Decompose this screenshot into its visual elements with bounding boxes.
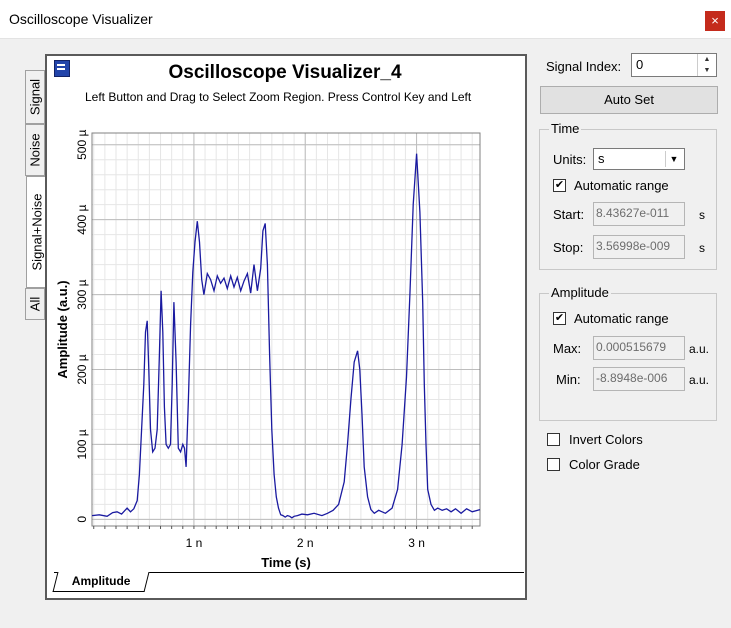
amplitude-min-field[interactable]: -8.8948e-006 [593, 367, 685, 391]
tab-amplitude[interactable]: Amplitude [52, 572, 150, 592]
time-start-label: Start: [553, 207, 585, 222]
amplitude-min-label: Min: [556, 372, 581, 387]
spin-up-icon[interactable]: ▲ [698, 54, 716, 65]
close-button[interactable]: × [705, 11, 725, 31]
title-bar-divider [0, 38, 731, 39]
window-title: Oscilloscope Visualizer [9, 11, 153, 27]
chevron-down-icon[interactable]: ▼ [665, 151, 682, 167]
plot-title: Oscilloscope Visualizer_4 [168, 62, 402, 83]
time-units-label: Units: [553, 152, 587, 167]
time-stop-unit: s [699, 241, 705, 255]
tab-all[interactable]: All [25, 288, 45, 320]
amplitude-min-unit: a.u. [689, 373, 710, 387]
time-units-value: s [598, 151, 605, 166]
time-stop-label: Stop: [553, 240, 584, 255]
signal-index-stepper[interactable]: 0 ▲ ▼ [631, 53, 717, 77]
time-start-unit: s [699, 208, 705, 222]
spin-arrows[interactable]: ▲ ▼ [697, 54, 716, 76]
time-stop-field[interactable]: 3.56998e-009 [593, 235, 685, 259]
amplitude-max-label: Max: [553, 341, 582, 356]
color-grade-checkbox[interactable] [547, 458, 560, 471]
amplitude-auto-range-checkbox[interactable]: ✔ [553, 312, 566, 325]
spin-down-icon[interactable]: ▼ [698, 65, 716, 76]
tab-noise-label: Noise [27, 133, 43, 167]
plot-subtitle: Left Button and Drag to Select Zoom Regi… [85, 90, 472, 104]
signal-index-label: Signal Index: [546, 59, 622, 74]
tab-signal-noise-label: Signal+Noise [29, 193, 44, 271]
auto-set-button[interactable]: Auto Set [540, 86, 718, 114]
plot-frame [45, 54, 527, 600]
amplitude-max-unit: a.u. [689, 342, 710, 356]
tab-signal[interactable]: Signal [25, 70, 45, 124]
tab-signal-noise[interactable]: Signal+Noise [26, 176, 46, 288]
time-auto-range-checkbox[interactable]: ✔ [553, 179, 566, 192]
plot-menu-icon[interactable] [54, 60, 70, 77]
tab-signal-label: Signal [27, 78, 43, 116]
amplitude-group-title: Amplitude [549, 285, 611, 300]
signal-index-value[interactable]: 0 [636, 57, 643, 72]
time-start-field[interactable]: 8.43627e-011 [593, 202, 685, 226]
time-group-title: Time [549, 121, 582, 136]
title-bar: Oscilloscope Visualizer × [0, 0, 731, 38]
time-units-select[interactable]: s ▼ [593, 148, 685, 170]
color-grade-label: Color Grade [569, 457, 640, 472]
tab-amplitude-label: Amplitude [71, 574, 131, 588]
tab-all-label: All [27, 296, 43, 312]
invert-colors-label: Invert Colors [569, 432, 643, 447]
amplitude-max-field[interactable]: 0.000515679 [593, 336, 685, 360]
amplitude-auto-range-label: Automatic range [574, 311, 669, 326]
tab-noise[interactable]: Noise [25, 124, 45, 176]
invert-colors-checkbox[interactable] [547, 433, 560, 446]
time-auto-range-label: Automatic range [574, 178, 669, 193]
